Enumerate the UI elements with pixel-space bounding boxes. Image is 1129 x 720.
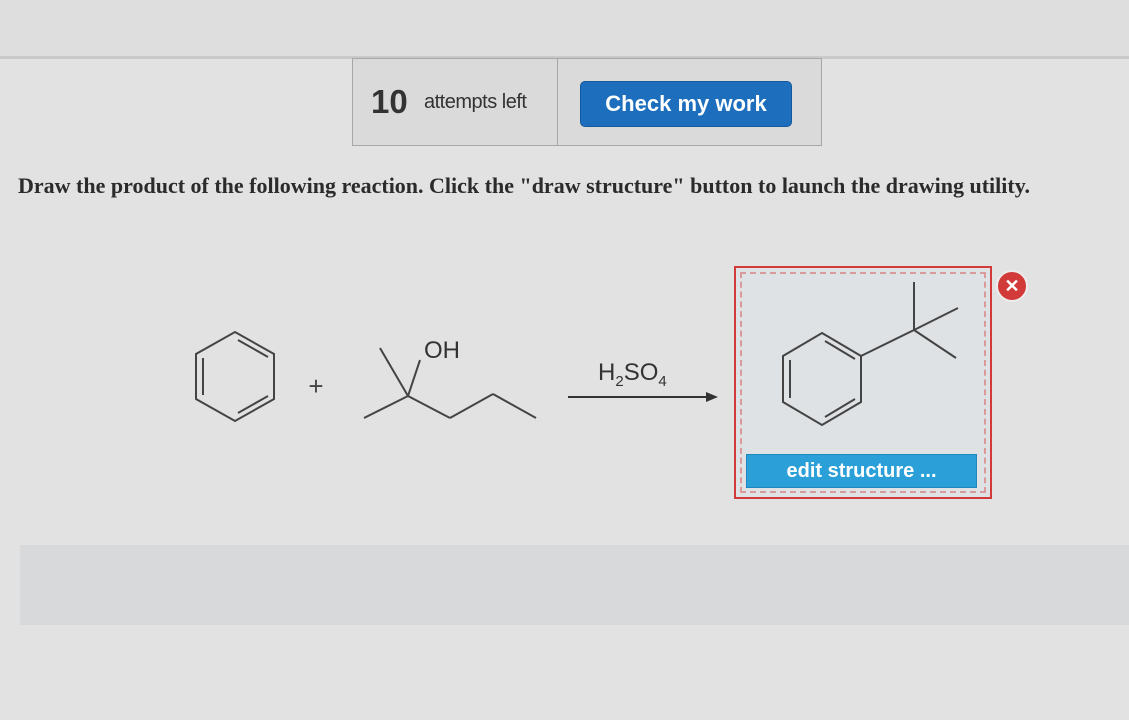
reaction-scheme: + OH H2SO4 (195, 330, 718, 423)
divider (557, 59, 558, 145)
remove-answer-button[interactable]: ✕ (996, 270, 1028, 302)
attempts-label: attempts left (424, 91, 527, 113)
reaction-arrow (568, 392, 718, 402)
catalyst-label: H2SO4 (598, 359, 667, 390)
attempts-panel: 10 attempts left Check my work (352, 58, 822, 146)
top-band (0, 0, 1129, 59)
plus-sign: + (308, 371, 323, 401)
attempts-count: 10 (371, 83, 408, 120)
edit-structure-button[interactable]: edit structure ... (746, 454, 977, 488)
benzene-structure (195, 330, 275, 423)
check-my-work-button[interactable]: Check my work (580, 81, 792, 127)
lower-panel (20, 545, 1129, 625)
close-icon: ✕ (1004, 275, 1020, 296)
hydroxyl-label: OH (424, 337, 460, 364)
answer-structure-box[interactable]: edit structure ... (734, 266, 992, 499)
question-prompt: Draw the product of the following reacti… (18, 173, 1030, 198)
